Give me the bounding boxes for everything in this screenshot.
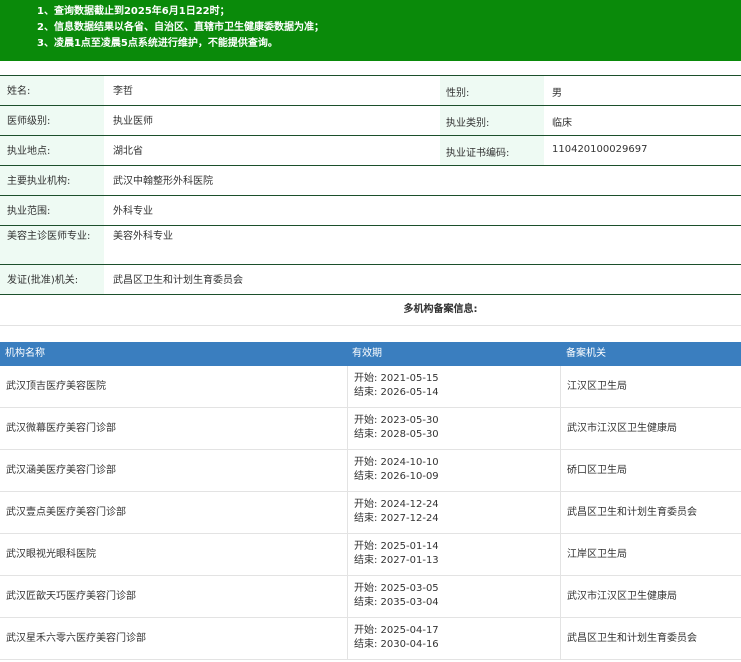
gender-label: 性别: [440, 76, 544, 105]
header-authority: 备案机关 [566, 348, 606, 359]
validity-start: 开始: 2025-03-05 [354, 583, 439, 594]
table-row: 武汉顶吉医疗美容医院 开始: 2021-05-15 结束: 2026-05-14 江汉… [0, 366, 741, 408]
notice-line: 2、信息数据结果以各省、自治区、直辖市卫生健康委数据为准； [37, 22, 324, 33]
validity-start: 开始: 2024-12-24 [354, 499, 439, 510]
info-row: 发证(批准)机关: 武昌区卫生和计划生育委员会 [0, 265, 741, 295]
table-body: 武汉顶吉医疗美容医院 开始: 2021-05-15 结束: 2026-05-14 江汉… [0, 366, 741, 660]
info-row: 姓名: 李哲 性别: 男 [0, 76, 741, 106]
table-header: 机构名称 有效期 备案机关 [0, 342, 741, 366]
authority-cell: 江汉区卫生局 [567, 381, 627, 392]
info-row: 医师级别: 执业医师 执业类别: 临床 [0, 106, 741, 136]
level-value: 执业医师 [113, 116, 153, 127]
table-row: 武汉匠歆天巧医疗美容门诊部 开始: 2025-03-05 结束: 2035-03-0… [0, 576, 741, 618]
org-name-cell: 武汉壹点美医疗美容门诊部 [6, 507, 126, 518]
doctor-info-table: 姓名: 李哲 性别: 男 医师级别: 执业医师 执业类别: 临床 执业地点: 湖… [0, 75, 741, 326]
gender-value: 男 [552, 88, 562, 99]
validity-start: 开始: 2025-04-17 [354, 625, 439, 636]
authority-cell: 武昌区卫生和计划生育委员会 [567, 507, 697, 518]
location-value: 湖北省 [113, 146, 143, 157]
authority-cell: 江岸区卫生局 [567, 549, 627, 560]
table-row: 武汉眼视光眼科医院 开始: 2025-01-14 结束: 2027-01-13 江岸区… [0, 534, 741, 576]
notice-line: 3、凌晨1点至凌晨5点系统进行维护，不能提供查询。 [37, 38, 278, 49]
table-row: 武汉涵美医疗美容门诊部 开始: 2024-10-10 结束: 2026-10-09 硚… [0, 450, 741, 492]
name-value: 李哲 [113, 86, 133, 97]
table-row: 武汉星禾六零六医疗美容门诊部 开始: 2025-04-17 结束: 2030-04-… [0, 618, 741, 660]
validity-start: 开始: 2024-10-10 [354, 457, 439, 468]
issuer-value: 武昌区卫生和计划生育委员会 [113, 275, 243, 286]
info-row: 美容主诊医师专业: 美容外科专业 [0, 226, 741, 265]
category-value: 临床 [552, 118, 572, 129]
validity-cell: 开始: 2025-04-17 结束: 2030-04-16 [347, 618, 561, 659]
validity-start: 开始: 2023-05-30 [354, 415, 439, 426]
notice-line: 1、查询数据截止到2025年6月1日22时； [37, 6, 230, 17]
org-label: 主要执业机构: [0, 166, 104, 195]
table-row: 武汉微幕医疗美容门诊部 开始: 2023-05-30 结束: 2028-05-30 武… [0, 408, 741, 450]
validity-cell: 开始: 2021-05-15 结束: 2026-05-14 [347, 366, 561, 407]
authority-cell: 硚口区卫生局 [567, 465, 627, 476]
validity-end: 结束: 2035-03-04 [354, 597, 439, 608]
validity-end: 结束: 2028-05-30 [354, 429, 439, 440]
table-row: 武汉壹点美医疗美容门诊部 开始: 2024-12-24 结束: 2027-12-24… [0, 492, 741, 534]
authority-cell: 武汉市江汉区卫生健康局 [567, 591, 677, 602]
info-row: 执业地点: 湖北省 执业证书编码: 110420100029697 [0, 136, 741, 166]
validity-cell: 开始: 2025-01-14 结束: 2027-01-13 [347, 534, 561, 575]
issuer-label: 发证(批准)机关: [0, 265, 104, 294]
category-label: 执业类别: [440, 106, 544, 135]
validity-end: 结束: 2026-05-14 [354, 387, 439, 398]
multi-record-title: 多机构备案信息: [0, 295, 741, 326]
info-row: 主要执业机构: 武汉中翰整形外科医院 [0, 166, 741, 196]
validity-end: 结束: 2026-10-09 [354, 471, 439, 482]
authority-cell: 武昌区卫生和计划生育委员会 [567, 633, 697, 644]
validity-cell: 开始: 2025-03-05 结束: 2035-03-04 [347, 576, 561, 617]
validity-cell: 开始: 2024-12-24 结束: 2027-12-24 [347, 492, 561, 533]
org-name-cell: 武汉星禾六零六医疗美容门诊部 [6, 633, 146, 644]
scope-label: 执业范围: [0, 196, 104, 225]
org-name-cell: 武汉微幕医疗美容门诊部 [6, 423, 116, 434]
scope-value: 外科专业 [113, 206, 153, 217]
cert-value: 110420100029697 [552, 144, 648, 155]
validity-start: 开始: 2025-01-14 [354, 541, 439, 552]
cosmetic-label: 美容主诊医师专业: [0, 226, 104, 264]
validity-cell: 开始: 2024-10-10 结束: 2026-10-09 [347, 450, 561, 491]
header-validity: 有效期 [352, 348, 382, 359]
name-label: 姓名: [0, 76, 104, 105]
validity-end: 结束: 2030-04-16 [354, 639, 439, 650]
org-name-cell: 武汉匠歆天巧医疗美容门诊部 [6, 591, 136, 602]
org-name-cell: 武汉顶吉医疗美容医院 [6, 381, 106, 392]
validity-cell: 开始: 2023-05-30 结束: 2028-05-30 [347, 408, 561, 449]
validity-end: 结束: 2027-12-24 [354, 513, 439, 524]
org-name-cell: 武汉眼视光眼科医院 [6, 549, 96, 560]
validity-start: 开始: 2021-05-15 [354, 373, 439, 384]
org-name-cell: 武汉涵美医疗美容门诊部 [6, 465, 116, 476]
header-org-name: 机构名称 [5, 348, 45, 359]
level-label: 医师级别: [0, 106, 104, 135]
multi-record-table: 机构名称 有效期 备案机关 武汉顶吉医疗美容医院 开始: 2021-05-15 结束… [0, 342, 741, 660]
authority-cell: 武汉市江汉区卫生健康局 [567, 423, 677, 434]
notice-banner: 1、查询数据截止到2025年6月1日22时； 2、信息数据结果以各省、自治区、直… [0, 0, 741, 61]
validity-end: 结束: 2027-01-13 [354, 555, 439, 566]
info-row: 执业范围: 外科专业 [0, 196, 741, 226]
org-value: 武汉中翰整形外科医院 [113, 176, 213, 187]
cert-label: 执业证书编码: [440, 136, 544, 165]
location-label: 执业地点: [0, 136, 104, 165]
cosmetic-value: 美容外科专业 [113, 231, 173, 242]
